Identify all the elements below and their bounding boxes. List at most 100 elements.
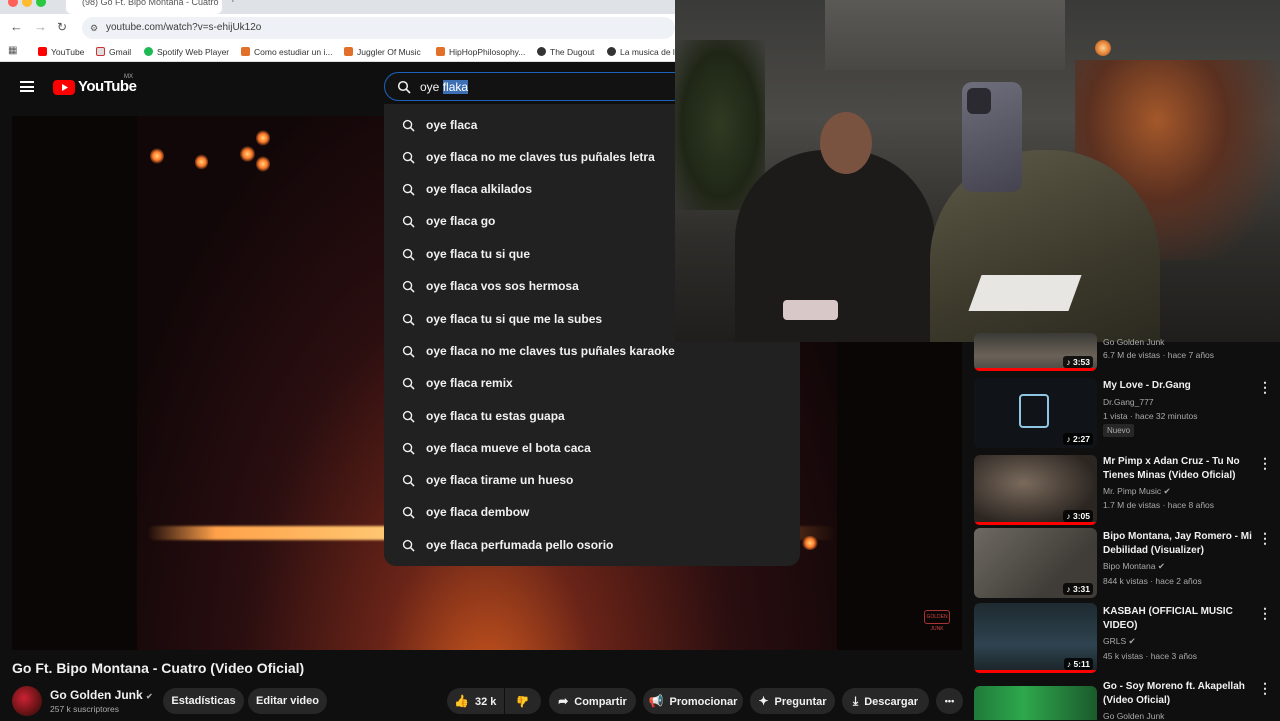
suggestion-item[interactable]: oye flaca tu estas guapa <box>384 400 800 432</box>
globe-favicon-icon <box>607 47 616 56</box>
back-icon[interactable]: ← <box>10 19 23 35</box>
related-video-channel[interactable]: Dr.Gang_777 <box>1103 397 1154 407</box>
window-minimize-button[interactable] <box>22 0 32 7</box>
suggestion-text: oye flaca tu si que <box>426 247 531 261</box>
youtube-logo-icon[interactable] <box>53 80 75 95</box>
suggestion-text: oye flaca go <box>426 214 496 228</box>
related-video-title[interactable]: Go - Soy Moreno ft. Akapellah (Video Ofi… <box>1103 680 1253 708</box>
suggestion-item[interactable]: oye flaca dembow <box>384 496 800 528</box>
music-note-icon: ♪ <box>1066 511 1071 521</box>
download-button[interactable]: ⤓ Descargar <box>842 688 929 714</box>
suggestion-item[interactable]: oye flaca tirame un hueso <box>384 464 800 496</box>
bookmark-la-musica[interactable]: La musica de l... <box>607 45 682 59</box>
related-video-title[interactable]: Mr Pimp x Adan Cruz - Tu No Tienes Minas… <box>1103 455 1253 483</box>
watch-progress-bar <box>974 368 1097 371</box>
dislike-button[interactable]: 👍 <box>505 688 541 714</box>
like-count: 32 k <box>474 696 497 708</box>
suggestion-text: oye flaca tu estas guapa <box>426 409 565 423</box>
suggestion-item[interactable]: oye flaca mueve el bota caca <box>384 432 800 464</box>
ask-button[interactable]: ✦ Preguntar <box>750 688 835 714</box>
related-video-thumbnail[interactable]: ♪ 3:31 <box>974 528 1097 598</box>
related-video-channel[interactable]: Mr. Pimp Music ✔ <box>1103 486 1171 497</box>
related-video-meta: 1 vista · hace 32 minutos <box>1103 411 1198 421</box>
hamburger-menu-icon[interactable] <box>20 81 34 92</box>
promote-button-label: Promocionar <box>669 696 738 708</box>
bookmark-gmail[interactable]: Gmail <box>96 45 131 59</box>
related-video-channel[interactable]: Go Golden Junk <box>1103 337 1164 347</box>
suggestion-text: oye flaca no me claves tus puñales karao… <box>426 344 675 358</box>
like-button[interactable]: 👍 32 k <box>447 688 504 714</box>
more-vert-icon[interactable]: ⋮ <box>1258 455 1272 472</box>
forward-icon[interactable]: → <box>34 19 47 35</box>
site-info-icon[interactable]: ⚙ <box>90 17 98 39</box>
related-video-channel[interactable]: GRLS ✔ <box>1103 636 1136 647</box>
related-video-thumbnail[interactable]: ♪ 5:11 <box>974 603 1097 673</box>
related-video-meta: 45 k vistas · hace 3 años <box>1103 651 1198 661</box>
new-tab-button[interactable]: + <box>230 0 236 6</box>
search-icon <box>402 506 415 519</box>
youtube-logo-text[interactable]: YouTube <box>78 78 137 95</box>
blogger-favicon-icon <box>436 47 445 56</box>
region-label: MX <box>124 74 133 80</box>
gmail-favicon-icon <box>96 47 105 56</box>
bookmark-the-dugout[interactable]: The Dugout <box>537 45 594 59</box>
search-icon <box>402 183 415 196</box>
related-video-thumbnail[interactable]: ♪ 3:53 <box>974 333 1097 371</box>
related-video-channel[interactable]: Bipo Montana ✔ <box>1103 561 1165 572</box>
more-vert-icon[interactable]: ⋮ <box>1258 605 1272 622</box>
video-light-spot <box>195 154 208 170</box>
video-light-spot <box>256 130 270 146</box>
search-icon <box>402 345 415 358</box>
channel-watermark[interactable]: GOLDEN JUNK <box>924 610 950 632</box>
related-video-title[interactable]: My Love - Dr.Gang <box>1103 379 1253 393</box>
channel-name-text: Go Golden Junk <box>50 688 143 702</box>
bookmark-label: The Dugout <box>550 47 595 57</box>
window-maximize-button[interactable] <box>36 0 46 7</box>
megaphone-icon: 📢 <box>648 694 664 708</box>
search-query[interactable]: oye flaka <box>420 80 469 94</box>
share-button[interactable]: ➦ Compartir <box>549 688 636 714</box>
video-title: Go Ft. Bipo Montana - Cuatro (Video Ofic… <box>12 660 305 676</box>
bookmark-juggler[interactable]: Juggler Of Music <box>344 45 421 59</box>
more-vert-icon[interactable]: ⋮ <box>1258 530 1272 547</box>
cam-wall <box>825 0 1065 70</box>
thumbs-up-icon: 👍 <box>454 694 469 708</box>
duration-badge: ♪ 3:05 <box>1063 510 1093 522</box>
related-video-title[interactable]: Bipo Montana, Jay Romero - Mi Debilidad … <box>1103 530 1253 558</box>
cam-face-left <box>820 112 872 174</box>
suggestion-item[interactable]: oye flaca remix <box>384 367 800 399</box>
related-video-thumbnail[interactable]: ♪ 3:05 <box>974 455 1097 525</box>
more-vert-icon[interactable]: ⋮ <box>1258 680 1272 697</box>
search-selected-text: flaka <box>442 80 469 94</box>
promote-button[interactable]: 📢 Promocionar <box>643 688 743 714</box>
duration-badge: ♪ 2:27 <box>1063 433 1093 445</box>
bookmark-como-estudiar[interactable]: Como estudiar un i... <box>241 45 332 59</box>
related-video-thumbnail[interactable]: ♪ 2:27 <box>974 378 1097 448</box>
apps-grid-icon[interactable]: ▦ <box>8 45 17 56</box>
channel-name[interactable]: Go Golden Junk ✔ <box>50 688 153 702</box>
browser-tab-active[interactable]: (98) Go Ft. Bipo Montana - Cuatro <box>66 0 222 14</box>
bookmark-label: Spotify Web Player <box>157 47 230 57</box>
video-light-spot <box>256 156 270 172</box>
video-light-spot <box>802 536 818 550</box>
related-video-title[interactable]: KASBAH (OFFICIAL MUSIC VIDEO) <box>1103 605 1253 633</box>
bookmark-spotify[interactable]: Spotify Web Player <box>144 45 229 59</box>
duration-badge: ♪ 3:53 <box>1063 356 1093 368</box>
bookmark-hiphopphilosophy[interactable]: HipHopPhilosophy... <box>436 45 525 59</box>
blogger-favicon-icon <box>241 47 250 56</box>
reload-icon[interactable]: ↻ <box>57 19 67 35</box>
more-vert-icon[interactable]: ⋮ <box>1258 379 1272 396</box>
edit-video-button[interactable]: Editar video <box>248 688 327 714</box>
more-actions-button[interactable]: ••• <box>936 688 963 714</box>
channel-avatar[interactable] <box>12 686 42 716</box>
suggestion-item[interactable]: oye flaca perfumada pello osorio <box>384 529 800 561</box>
cam-lamp <box>1095 40 1111 56</box>
related-video-thumbnail[interactable] <box>974 686 1097 720</box>
duration-badge: ♪ 3:31 <box>1063 583 1093 595</box>
search-icon <box>402 280 415 293</box>
window-close-button[interactable] <box>8 0 18 7</box>
bookmark-youtube[interactable]: YouTube <box>38 45 84 59</box>
bookmark-label: Gmail <box>109 47 132 57</box>
address-bar[interactable]: ⚙ youtube.com/watch?v=s-ehijUk12o <box>82 17 675 39</box>
stats-button[interactable]: Estadísticas <box>163 688 244 714</box>
